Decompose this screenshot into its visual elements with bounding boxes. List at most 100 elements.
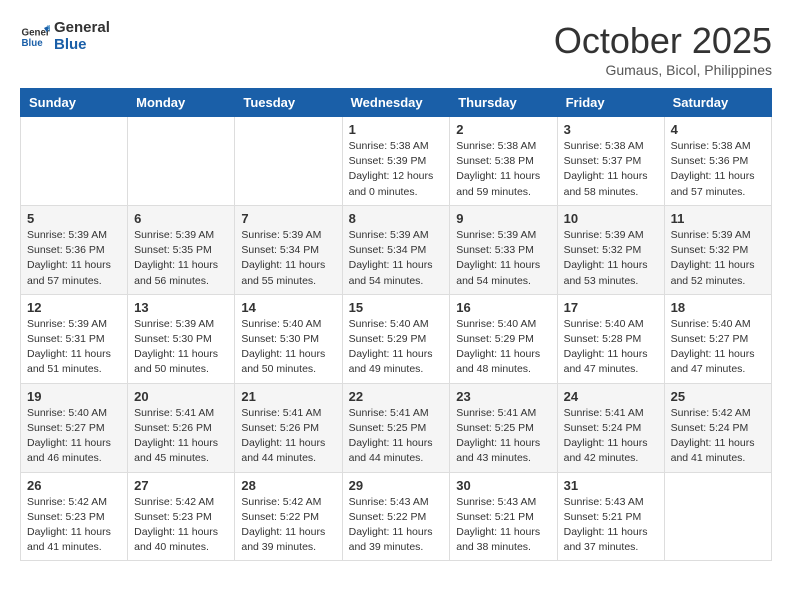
day-info: Sunrise: 5:39 AMSunset: 5:36 PMDaylight:… xyxy=(27,228,121,289)
calendar-cell: 23Sunrise: 5:41 AMSunset: 5:25 PMDayligh… xyxy=(450,383,557,472)
calendar-cell: 15 Sunrise: 5:40 AMSunset: 5:29 PMDayligh… xyxy=(342,294,450,383)
day-info: Sunrise: 5:39 AMSunset: 5:34 PMDaylight:… xyxy=(241,228,335,289)
calendar-cell: 27 Sunrise: 5:42 AMSunset: 5:23 PMDayligh… xyxy=(128,472,235,561)
calendar-cell: 5 Sunrise: 5:39 AMSunset: 5:36 PMDaylight… xyxy=(21,205,128,294)
day-info: Sunrise: 5:40 AMSunset: 5:30 PMDaylight:… xyxy=(241,317,335,378)
day-info: Sunrise: 5:38 AMSunset: 5:39 PMDaylight:… xyxy=(349,139,444,200)
day-number: 22 xyxy=(349,389,444,404)
day-number: 1 xyxy=(349,122,444,137)
day-number: 23 xyxy=(456,389,550,404)
day-info: Sunrise: 5:39 AMSunset: 5:30 PMDaylight:… xyxy=(134,317,228,378)
logo-text-general: General xyxy=(54,20,110,37)
calendar-cell: 21 Sunrise: 5:41 AMSunset: 5:26 PMDayligh… xyxy=(235,383,342,472)
calendar-cell: 18Sunrise: 5:40 AMSunset: 5:27 PMDayligh… xyxy=(664,294,771,383)
day-number: 31 xyxy=(564,478,658,493)
calendar-cell: 26 Sunrise: 5:42 AMSunset: 5:23 PMDayligh… xyxy=(21,472,128,561)
calendar-week-3: 12 Sunrise: 5:39 AMSunset: 5:31 PMDayligh… xyxy=(21,294,772,383)
logo-icon: General Blue xyxy=(20,22,50,52)
day-info: Sunrise: 5:40 AMSunset: 5:28 PMDaylight:… xyxy=(564,317,658,378)
day-info: Sunrise: 5:42 AMSunset: 5:23 PMDaylight:… xyxy=(27,495,121,556)
svg-text:Blue: Blue xyxy=(22,38,44,49)
day-info: Sunrise: 5:41 AMSunset: 5:24 PMDaylight:… xyxy=(564,406,658,467)
day-number: 12 xyxy=(27,300,121,315)
header-sunday: Sunday xyxy=(21,89,128,117)
day-number: 26 xyxy=(27,478,121,493)
calendar-week-2: 5 Sunrise: 5:39 AMSunset: 5:36 PMDaylight… xyxy=(21,205,772,294)
calendar-cell: 25Sunrise: 5:42 AMSunset: 5:24 PMDayligh… xyxy=(664,383,771,472)
calendar-cell: 17 Sunrise: 5:40 AMSunset: 5:28 PMDayligh… xyxy=(557,294,664,383)
day-number: 13 xyxy=(134,300,228,315)
day-info: Sunrise: 5:39 AMSunset: 5:32 PMDaylight:… xyxy=(671,228,765,289)
calendar-cell: 6Sunrise: 5:39 AMSunset: 5:35 PMDaylight… xyxy=(128,205,235,294)
calendar-table: Sunday Monday Tuesday Wednesday Thursday… xyxy=(20,88,772,561)
day-info: Sunrise: 5:40 AMSunset: 5:29 PMDaylight:… xyxy=(349,317,444,378)
calendar-cell: 28Sunrise: 5:42 AMSunset: 5:22 PMDayligh… xyxy=(235,472,342,561)
day-info: Sunrise: 5:41 AMSunset: 5:25 PMDaylight:… xyxy=(349,406,444,467)
day-info: Sunrise: 5:38 AMSunset: 5:36 PMDaylight:… xyxy=(671,139,765,200)
day-number: 11 xyxy=(671,211,765,226)
day-info: Sunrise: 5:39 AMSunset: 5:32 PMDaylight:… xyxy=(564,228,658,289)
day-info: Sunrise: 5:40 AMSunset: 5:27 PMDaylight:… xyxy=(27,406,121,467)
month-title: October 2025 xyxy=(554,20,772,62)
page-header: General Blue General Blue October 2025 G… xyxy=(20,20,772,78)
calendar-cell: 11 Sunrise: 5:39 AMSunset: 5:32 PMDayligh… xyxy=(664,205,771,294)
calendar-cell xyxy=(235,117,342,206)
calendar-week-4: 19Sunrise: 5:40 AMSunset: 5:27 PMDayligh… xyxy=(21,383,772,472)
logo-text-blue: Blue xyxy=(54,37,110,54)
day-number: 5 xyxy=(27,211,121,226)
day-info: Sunrise: 5:41 AMSunset: 5:26 PMDaylight:… xyxy=(241,406,335,467)
header-friday: Friday xyxy=(557,89,664,117)
day-info: Sunrise: 5:39 AMSunset: 5:35 PMDaylight:… xyxy=(134,228,228,289)
calendar-cell: 8 Sunrise: 5:39 AMSunset: 5:34 PMDaylight… xyxy=(342,205,450,294)
day-number: 29 xyxy=(349,478,444,493)
day-info: Sunrise: 5:42 AMSunset: 5:22 PMDaylight:… xyxy=(241,495,335,556)
calendar-cell: 14 Sunrise: 5:40 AMSunset: 5:30 PMDayligh… xyxy=(235,294,342,383)
calendar-cell: 1 Sunrise: 5:38 AMSunset: 5:39 PMDaylight… xyxy=(342,117,450,206)
calendar-cell: 3 Sunrise: 5:38 AMSunset: 5:37 PMDaylight… xyxy=(557,117,664,206)
day-info: Sunrise: 5:42 AMSunset: 5:23 PMDaylight:… xyxy=(134,495,228,556)
day-info: Sunrise: 5:38 AMSunset: 5:37 PMDaylight:… xyxy=(564,139,658,200)
title-section: October 2025 Gumaus, Bicol, Philippines xyxy=(554,20,772,78)
calendar-week-1: 1 Sunrise: 5:38 AMSunset: 5:39 PMDaylight… xyxy=(21,117,772,206)
header-tuesday: Tuesday xyxy=(235,89,342,117)
day-number: 20 xyxy=(134,389,228,404)
day-info: Sunrise: 5:41 AMSunset: 5:26 PMDaylight:… xyxy=(134,406,228,467)
calendar-cell xyxy=(21,117,128,206)
calendar-cell: 2Sunrise: 5:38 AMSunset: 5:38 PMDaylight… xyxy=(450,117,557,206)
day-number: 24 xyxy=(564,389,658,404)
calendar-cell: 16Sunrise: 5:40 AMSunset: 5:29 PMDayligh… xyxy=(450,294,557,383)
calendar-cell: 19Sunrise: 5:40 AMSunset: 5:27 PMDayligh… xyxy=(21,383,128,472)
calendar-cell: 10Sunrise: 5:39 AMSunset: 5:32 PMDayligh… xyxy=(557,205,664,294)
day-number: 17 xyxy=(564,300,658,315)
day-info: Sunrise: 5:43 AMSunset: 5:21 PMDaylight:… xyxy=(564,495,658,556)
day-info: Sunrise: 5:39 AMSunset: 5:33 PMDaylight:… xyxy=(456,228,550,289)
day-number: 21 xyxy=(241,389,335,404)
day-number: 14 xyxy=(241,300,335,315)
calendar-cell: 30Sunrise: 5:43 AMSunset: 5:21 PMDayligh… xyxy=(450,472,557,561)
day-number: 27 xyxy=(134,478,228,493)
calendar-cell xyxy=(664,472,771,561)
calendar-cell xyxy=(128,117,235,206)
header-wednesday: Wednesday xyxy=(342,89,450,117)
day-number: 4 xyxy=(671,122,765,137)
calendar-cell: 31 Sunrise: 5:43 AMSunset: 5:21 PMDayligh… xyxy=(557,472,664,561)
day-number: 25 xyxy=(671,389,765,404)
calendar-cell: 24 Sunrise: 5:41 AMSunset: 5:24 PMDayligh… xyxy=(557,383,664,472)
day-number: 9 xyxy=(456,211,550,226)
day-number: 3 xyxy=(564,122,658,137)
day-number: 15 xyxy=(349,300,444,315)
calendar-week-5: 26 Sunrise: 5:42 AMSunset: 5:23 PMDayligh… xyxy=(21,472,772,561)
day-number: 2 xyxy=(456,122,550,137)
header-monday: Monday xyxy=(128,89,235,117)
header-saturday: Saturday xyxy=(664,89,771,117)
calendar-cell: 7 Sunrise: 5:39 AMSunset: 5:34 PMDaylight… xyxy=(235,205,342,294)
day-info: Sunrise: 5:39 AMSunset: 5:31 PMDaylight:… xyxy=(27,317,121,378)
day-info: Sunrise: 5:39 AMSunset: 5:34 PMDaylight:… xyxy=(349,228,444,289)
calendar-cell: 13 Sunrise: 5:39 AMSunset: 5:30 PMDayligh… xyxy=(128,294,235,383)
day-info: Sunrise: 5:43 AMSunset: 5:21 PMDaylight:… xyxy=(456,495,550,556)
day-info: Sunrise: 5:43 AMSunset: 5:22 PMDaylight:… xyxy=(349,495,444,556)
calendar-cell: 22 Sunrise: 5:41 AMSunset: 5:25 PMDayligh… xyxy=(342,383,450,472)
logo: General Blue General Blue xyxy=(20,20,110,53)
day-number: 8 xyxy=(349,211,444,226)
day-number: 7 xyxy=(241,211,335,226)
